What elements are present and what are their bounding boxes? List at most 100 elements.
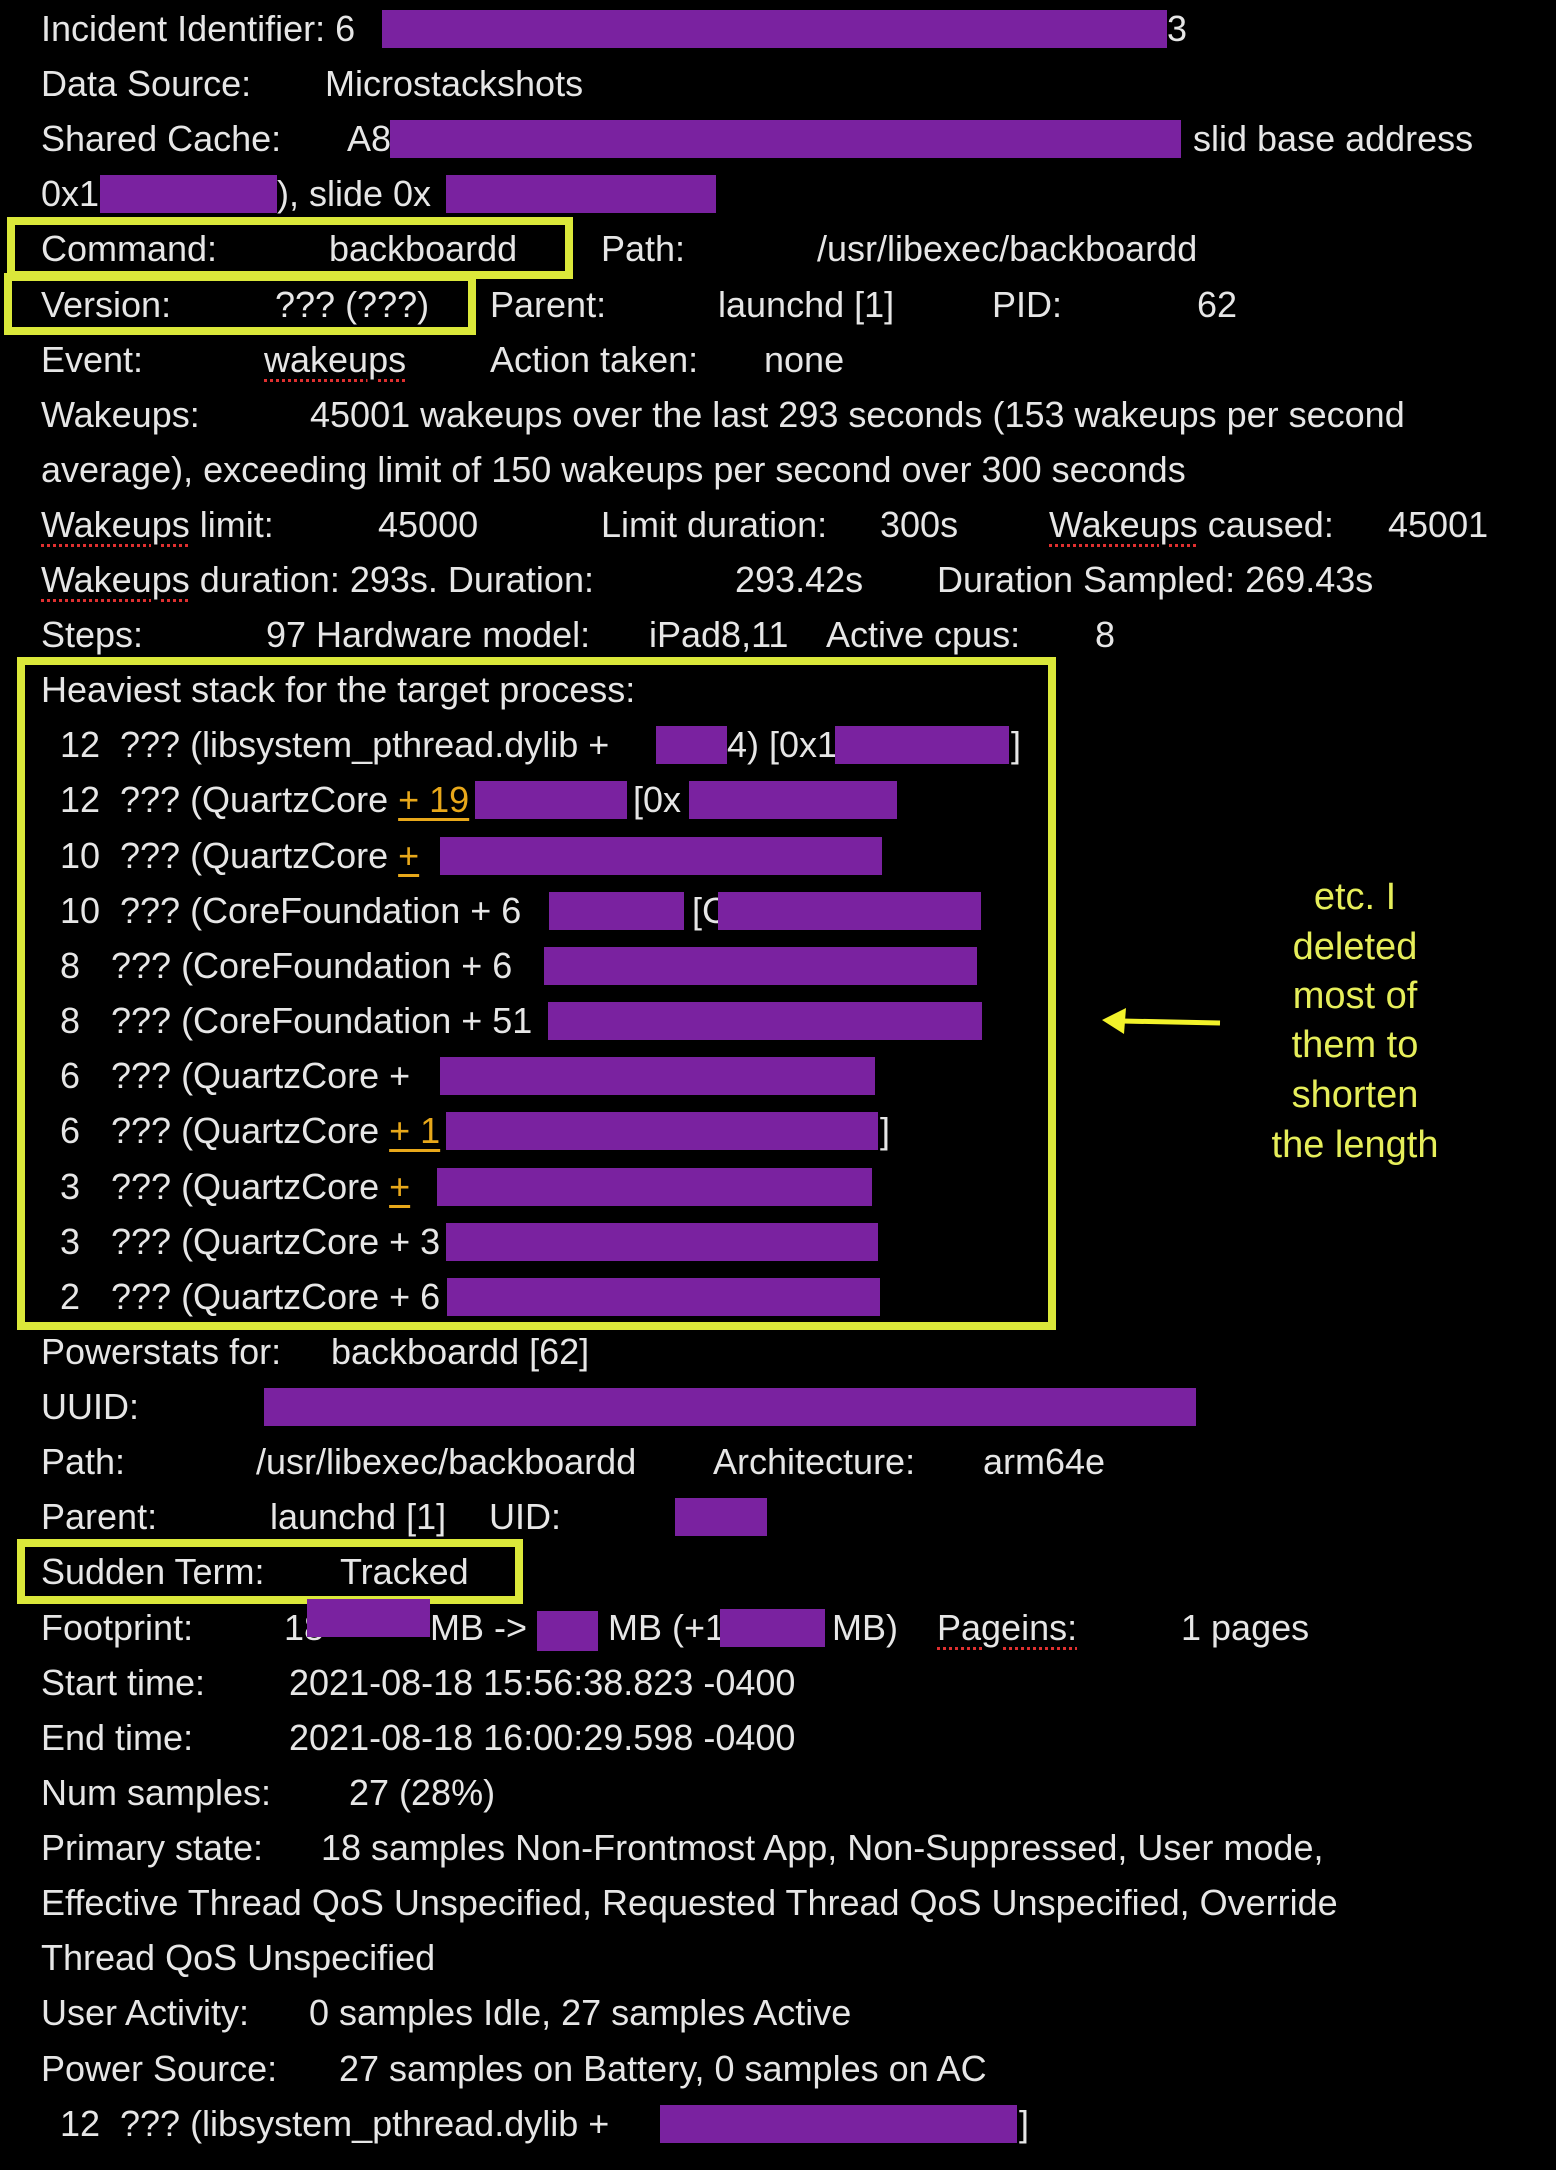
stack-count: 2 <box>60 1276 81 1317</box>
offset-link[interactable]: + <box>389 1166 410 1207</box>
redaction <box>718 892 981 930</box>
duration-value: 293.42s <box>735 559 864 600</box>
footprint-d: MB) <box>832 1607 898 1648</box>
data-source-label: Data Source: <box>41 63 252 104</box>
wakeups-value: 45001 wakeups over the last 293 seconds … <box>310 394 1405 435</box>
redaction <box>675 1498 767 1536</box>
wakeups-caused-value: 45001 <box>1388 504 1489 545</box>
command-label: Command: <box>41 228 218 269</box>
uuid-label: UUID: <box>41 1386 139 1427</box>
ps-path-value: /usr/libexec/backboardd <box>256 1441 637 1482</box>
footprint-c: MB (+1 <box>608 1607 726 1648</box>
num-samples-label: Num samples: <box>41 1772 272 1813</box>
redaction <box>437 1168 872 1206</box>
redaction <box>264 1388 1196 1426</box>
stack-row: 12 ??? (QuartzCore + 19 [0x <box>0 779 1556 821</box>
duration-sampled: Duration Sampled: 269.43s <box>937 559 1374 600</box>
stack-mid: [0x <box>633 779 682 820</box>
primary-state-cont: Effective Thread QoS Unspecified, Reques… <box>41 1882 1338 1923</box>
annotation-line: the length <box>1271 1124 1439 1166</box>
ps-parent-line: Parent: launchd [1] UID: <box>0 1496 1556 1538</box>
redaction <box>307 1599 430 1637</box>
stack-count: 12 <box>60 2103 101 2144</box>
stack-frame: ??? (QuartzCore + 1 <box>111 1110 440 1152</box>
frame-text: ??? (QuartzCore <box>111 1166 390 1207</box>
action-value: none <box>764 339 845 380</box>
primary-state-line: Primary state: 18 samples Non-Frontmost … <box>0 1827 1556 1869</box>
wakeups-caused-label: Wakeups caused: <box>1049 504 1334 546</box>
stack-row: 10 ??? (QuartzCore + <box>0 835 1556 877</box>
stack-count: 8 <box>60 1000 81 1041</box>
start-time-line: Start time: 2021-08-18 15:56:38.823 -040… <box>0 1662 1556 1704</box>
power-source-label: Power Source: <box>41 2048 278 2089</box>
command-value: backboardd <box>329 228 518 269</box>
stack-frame: ??? (CoreFoundation + 6 <box>111 945 513 986</box>
powerstats-value: backboardd [62] <box>331 1331 590 1372</box>
end-time-label: End time: <box>41 1717 194 1758</box>
parent-label: Parent: <box>490 284 607 325</box>
cpus-label: Active cpus: <box>826 614 1021 655</box>
stack-frame: ??? (QuartzCore + 19 <box>120 779 469 821</box>
frame-text: ??? (QuartzCore <box>120 835 399 876</box>
address-line: 0x1 ), slide 0x <box>0 173 1556 215</box>
user-activity-line: User Activity: 0 samples Idle, 27 sample… <box>0 1992 1556 2034</box>
stack-frame: ??? (QuartzCore + 3 <box>111 1221 441 1262</box>
redaction <box>390 120 1181 158</box>
wakeups-duration-label: Wakeups duration: 293s. Duration: <box>41 559 594 601</box>
limit-suffix: limit: <box>189 504 274 545</box>
frame-text: ??? (QuartzCore <box>120 779 399 820</box>
arrow-left-icon <box>1102 1008 1221 1034</box>
end-time-value: 2021-08-18 16:00:29.598 -0400 <box>289 1717 796 1758</box>
wakeups-value-cont: average), exceeding limit of 150 wakeups… <box>41 449 1186 490</box>
footprint-label: Footprint: <box>41 1607 194 1648</box>
version-value: ??? (???) <box>275 284 430 325</box>
footprint-b: MB -> <box>430 1607 528 1648</box>
ps-parent-label: Parent: <box>41 1496 158 1537</box>
wakeups-word: Wakeups <box>41 504 190 545</box>
shared-cache-prefix: A8 <box>347 118 392 159</box>
redaction <box>475 781 627 819</box>
offset-link[interactable]: + <box>398 835 419 876</box>
wakeups-line: Wakeups: 45001 wakeups over the last 293… <box>0 394 1556 436</box>
stack-frame: ??? (QuartzCore + 6 <box>111 1276 441 1317</box>
redaction <box>835 726 1009 764</box>
uuid-line: UUID: <box>0 1386 1556 1428</box>
end-time-line: End time: 2021-08-18 16:00:29.598 -0400 <box>0 1717 1556 1759</box>
frame-text: ??? (QuartzCore <box>111 1110 390 1151</box>
redaction <box>656 726 727 764</box>
incident-label: Incident Identifier: 6 <box>41 8 356 49</box>
shared-cache-label: Shared Cache: <box>41 118 282 159</box>
data-source-value: Microstackshots <box>325 63 584 104</box>
caused-suffix: caused: <box>1197 504 1334 545</box>
stack-end: ] <box>1019 2103 1030 2144</box>
ps-parent-value: launchd [1] <box>270 1496 447 1537</box>
annotation-line: them to <box>1291 1024 1419 1066</box>
stack-title: Heaviest stack for the target process: <box>41 669 636 710</box>
incident-tail: 3 <box>1167 8 1188 49</box>
stack-count: 3 <box>60 1166 81 1207</box>
footprint-line: Footprint: 18 MB -> MB (+1 MB) Pageins: … <box>0 1599 1556 1651</box>
slid-base-text: slid base address <box>1193 118 1474 159</box>
stack-row: 12 ??? (libsystem_pthread.dylib + 4) [0x… <box>0 724 1556 766</box>
power-source-value: 27 samples on Battery, 0 samples on AC <box>339 2048 987 2089</box>
steps-label: Steps: <box>41 614 144 655</box>
annotation-line: etc. I <box>1313 876 1397 918</box>
redaction <box>549 892 684 930</box>
redaction <box>446 175 716 213</box>
offset-link[interactable]: + 1 <box>389 1110 440 1151</box>
offset-link[interactable]: + 19 <box>398 779 469 820</box>
stack-count: 3 <box>60 1221 81 1262</box>
stack-frame: ??? (QuartzCore + <box>111 1166 410 1208</box>
sudden-term-label: Sudden Term: <box>41 1551 265 1592</box>
redaction <box>689 781 897 819</box>
slide-label: ), slide 0x <box>277 173 432 214</box>
stack-frame: ??? (libsystem_pthread.dylib + <box>120 724 610 765</box>
event-label: Event: <box>41 339 144 380</box>
redaction <box>660 2105 1017 2143</box>
sudden-term-value: Tracked <box>340 1551 469 1592</box>
redaction <box>548 1002 982 1040</box>
cpus-value: 8 <box>1095 614 1116 655</box>
uid-label: UID: <box>489 1496 561 1537</box>
annotation-line: deleted <box>1292 926 1418 968</box>
stack-row: 12 ??? (libsystem_pthread.dylib + ] <box>0 2103 1556 2145</box>
